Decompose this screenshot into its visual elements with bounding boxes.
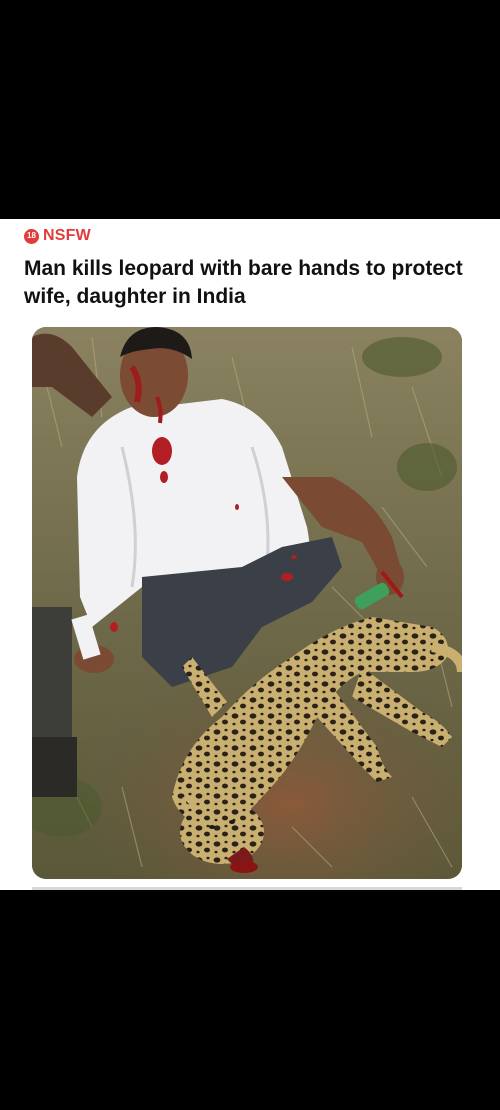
post-card[interactable]: 18 NSFW Man kills leopard with bare hand…	[0, 219, 500, 890]
bottom-black-area	[0, 890, 500, 1110]
post-headline[interactable]: Man kills leopard with bare hands to pro…	[24, 255, 476, 311]
post-photo[interactable]	[32, 327, 462, 879]
top-black-area	[0, 0, 500, 219]
age-restricted-badge-icon: 18	[24, 228, 39, 244]
nsfw-tag: 18 NSFW	[24, 227, 91, 245]
nsfw-label: NSFW	[43, 227, 91, 244]
